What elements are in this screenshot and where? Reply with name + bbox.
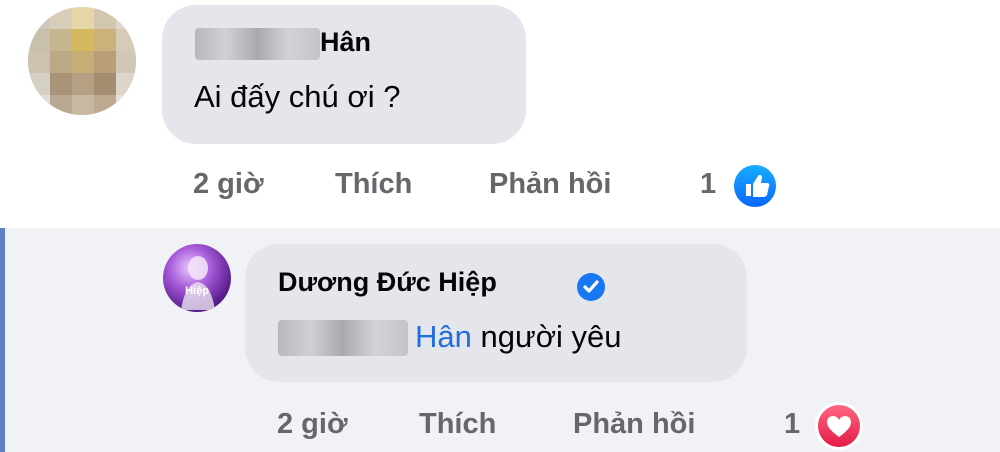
reply-timestamp[interactable]: 2 giờ <box>277 408 348 441</box>
avatar-text: Hiệp <box>185 285 209 297</box>
reply-reply-button[interactable]: Phản hồi <box>573 408 695 441</box>
comment-bubble <box>162 5 526 144</box>
comment-author-name[interactable]: Hân <box>320 27 371 58</box>
reply-like-button[interactable]: Thích <box>419 408 496 441</box>
reply-reaction-count[interactable]: 1 <box>784 408 800 441</box>
mention-link[interactable]: Hân <box>415 319 472 354</box>
comment-reply-button[interactable]: Phản hồi <box>489 168 611 201</box>
comment-timestamp[interactable]: 2 giờ <box>193 168 264 201</box>
reply-author-avatar[interactable]: Hiệp <box>163 244 231 312</box>
heart-icon[interactable] <box>815 402 863 450</box>
thread-indicator <box>0 228 5 452</box>
commenter-avatar[interactable] <box>28 7 136 115</box>
blurred-mention-name <box>278 320 408 356</box>
reply-author-name[interactable]: Dương Đức Hiệp <box>278 267 497 298</box>
like-icon[interactable] <box>731 162 779 210</box>
reply-text: Hân người yêu <box>415 319 622 355</box>
verified-badge-icon <box>577 273 605 301</box>
comment-reaction-count[interactable]: 1 <box>700 168 716 201</box>
reply-text-body: người yêu <box>471 319 622 354</box>
blurred-author-name <box>195 28 320 60</box>
comment-like-button[interactable]: Thích <box>335 168 412 201</box>
comment-text: Ai đấy chú ơi ? <box>194 79 401 114</box>
reply-bubble <box>245 244 747 382</box>
